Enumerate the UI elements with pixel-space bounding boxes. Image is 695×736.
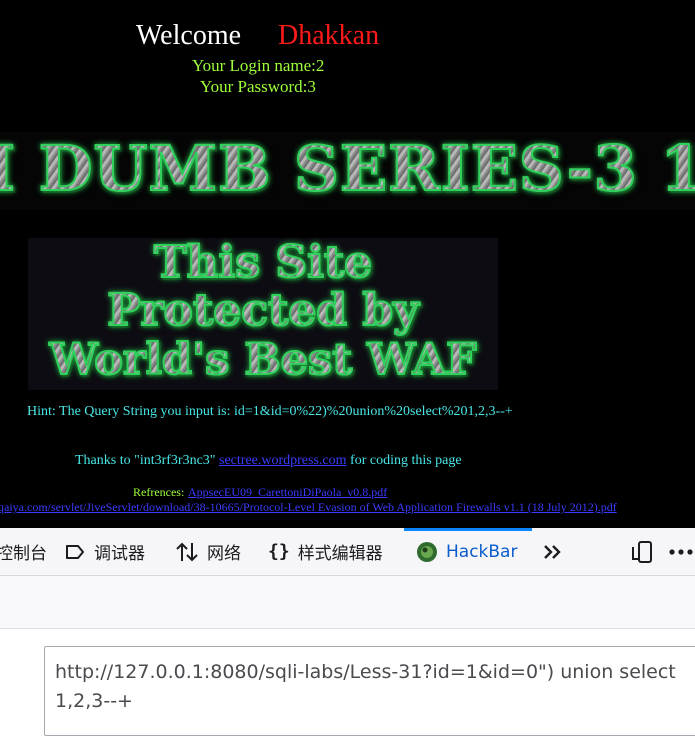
thanks-line: Thanks to "int3rf3r3nc3" sectree.wordpre… xyxy=(75,453,462,469)
debugger-icon xyxy=(64,543,86,561)
tab-console[interactable]: 控制台 xyxy=(0,528,47,575)
waf-line-2: Protected by xyxy=(28,287,498,335)
devtools-tabbar: 控制台 调试器 网络 {} 样式编辑器 HackBar xyxy=(0,528,695,576)
responsive-design-icon[interactable] xyxy=(630,528,654,575)
tab-hackbar-label: HackBar xyxy=(446,541,518,562)
tab-hackbar[interactable]: HackBar xyxy=(404,528,532,572)
web-page-content: Welcome Dhakkan Your Login name:2 Your P… xyxy=(0,0,695,528)
thanks-prefix: Thanks to "int3rf3r3nc3" xyxy=(75,453,216,468)
login-name-line: Your Login name:2 xyxy=(192,56,325,75)
tab-style-editor[interactable]: {} 样式编辑器 xyxy=(268,528,383,575)
tab-console-label: 控制台 xyxy=(0,544,47,564)
series-banner: I DUMB SERIES-3 1 xyxy=(0,132,695,210)
welcome-name: Dhakkan xyxy=(278,20,380,51)
sectree-link[interactable]: sectree.wordpress.com xyxy=(219,453,347,468)
tab-style-editor-label: 样式编辑器 xyxy=(297,544,383,564)
reference-link-1[interactable]: AppsecEU09_CarettoniDiPaola_v0.8.pdf xyxy=(188,485,387,500)
network-arrows-icon xyxy=(175,541,199,563)
hackbar-url-textarea[interactable]: http://127.0.0.1:8080/sqli-labs/Less-31?… xyxy=(44,646,695,736)
chevrons-right-icon[interactable] xyxy=(542,528,564,575)
password-line: Your Password:3 xyxy=(200,77,316,96)
query-hint: Hint: The Query String you input is: id=… xyxy=(27,404,513,419)
tab-network-label: 网络 xyxy=(207,544,241,564)
braces-icon: {} xyxy=(268,541,290,562)
waf-line-1: This Site xyxy=(28,239,498,287)
hackbar-logo-icon xyxy=(416,541,438,563)
waf-banner-image: This Site Protected by World's Best WAF xyxy=(28,238,498,390)
references-label: Refrences: xyxy=(133,485,185,499)
reference-link-2[interactable]: qaiya.com/servlet/JiveServlet/download/3… xyxy=(0,500,617,515)
waf-line-3: World's Best WAF xyxy=(28,336,498,384)
tab-debugger-label: 调试器 xyxy=(94,544,145,564)
hackbar-toolbar xyxy=(0,576,695,629)
banner-title: I DUMB SERIES-3 1 xyxy=(0,132,695,206)
welcome-label: Welcome xyxy=(136,20,242,51)
tab-debugger[interactable]: 调试器 xyxy=(64,528,145,575)
ellipsis-icon[interactable] xyxy=(668,528,694,575)
devtools-panel: 控制台 调试器 网络 {} 样式编辑器 HackBar http://127.0… xyxy=(0,528,695,736)
tab-network[interactable]: 网络 xyxy=(175,528,241,575)
thanks-suffix: for coding this page xyxy=(350,453,462,468)
